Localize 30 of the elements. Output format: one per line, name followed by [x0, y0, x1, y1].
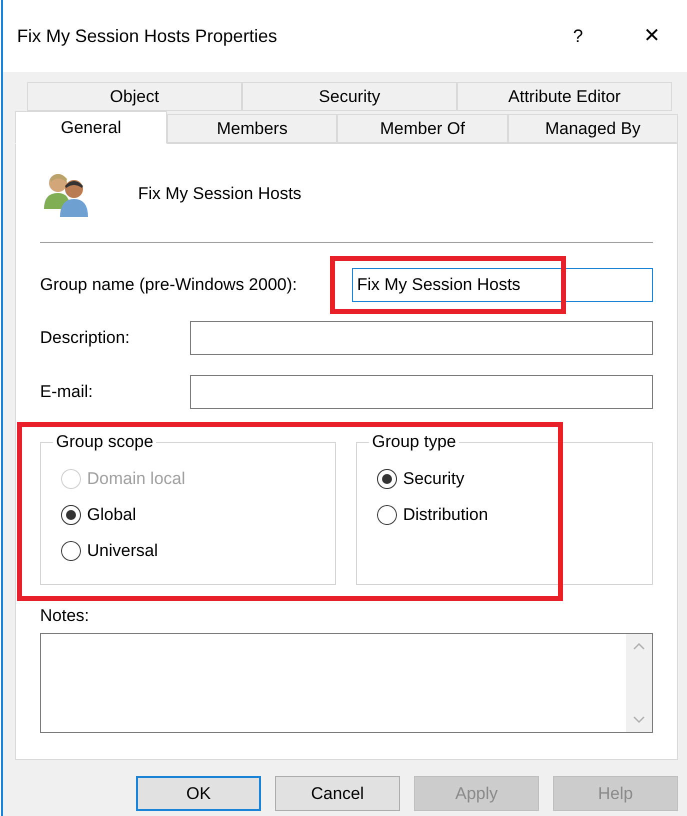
help-button[interactable]: ?: [563, 22, 593, 50]
group-name-heading: Fix My Session Hosts: [138, 183, 302, 206]
radio-button[interactable]: [377, 505, 397, 525]
notes-label: Notes:: [40, 605, 90, 627]
radio-label: Security: [403, 468, 464, 490]
field-label: E-mail:: [40, 381, 94, 404]
text-field[interactable]: Fix My Session Hosts: [352, 268, 653, 302]
radio-label: Universal: [87, 540, 158, 562]
tab[interactable]: Object: [27, 82, 242, 111]
dialog-button[interactable]: Cancel: [275, 776, 400, 811]
notes-field[interactable]: [40, 633, 653, 733]
tab[interactable]: Managed By: [508, 114, 678, 143]
tab[interactable]: General: [15, 111, 167, 144]
dialog-button[interactable]: OK: [136, 776, 261, 811]
field-label: Group name (pre-Windows 2000):: [40, 274, 298, 296]
radio-label: Domain local: [87, 468, 186, 490]
radio-label: Global: [87, 504, 136, 526]
radio-button[interactable]: [377, 469, 397, 489]
radio-button[interactable]: [61, 541, 81, 561]
tab[interactable]: Members: [167, 114, 338, 143]
radio-label: Distribution: [403, 504, 488, 526]
field-label: Description:: [40, 327, 131, 350]
tab[interactable]: Attribute Editor: [457, 82, 672, 111]
tab[interactable]: Security: [242, 82, 457, 111]
tab[interactable]: Member Of: [337, 114, 508, 143]
radio-button[interactable]: [61, 505, 81, 525]
close-button[interactable]: ✕: [637, 21, 667, 51]
window-title: Fix My Session Hosts Properties: [17, 24, 278, 48]
text-field[interactable]: [190, 321, 653, 355]
text-field[interactable]: [190, 375, 653, 409]
